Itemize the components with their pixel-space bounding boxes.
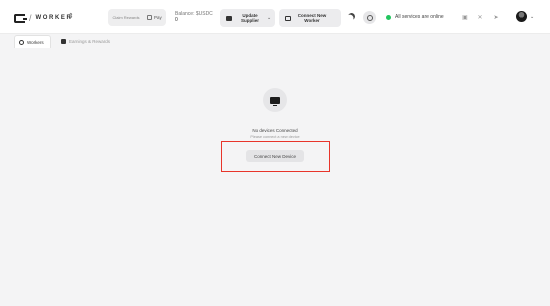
empty-state-icon bbox=[263, 88, 287, 112]
workspace-switcher-icon[interactable]: ⇕ bbox=[68, 12, 74, 21]
logo-icon bbox=[14, 13, 27, 23]
moon-icon bbox=[347, 12, 356, 21]
service-status: All services are online bbox=[386, 14, 444, 20]
telegram-icon[interactable]: ➤ bbox=[492, 13, 500, 21]
avatar[interactable] bbox=[516, 11, 527, 22]
tab-earnings-rewards[interactable]: Earnings & Rewards bbox=[57, 35, 119, 48]
main-content bbox=[0, 48, 550, 306]
chevron-down-icon[interactable]: ⌄ bbox=[530, 14, 534, 20]
highlight-box bbox=[221, 141, 330, 172]
empty-state-title: No devices Connected bbox=[252, 128, 298, 133]
tab-workers[interactable]: Workers bbox=[14, 35, 51, 48]
update-supplier-label: Update Supplier bbox=[240, 12, 259, 24]
wallet-icon bbox=[147, 15, 152, 20]
status-dot-icon bbox=[386, 14, 391, 20]
pay-label: Pay bbox=[154, 15, 162, 20]
claim-rewards-button[interactable]: Claim Rewards bbox=[108, 15, 144, 20]
pay-button[interactable]: Pay bbox=[144, 15, 162, 20]
download-icon bbox=[226, 15, 232, 21]
tab-earnings-label: Earnings & Rewards bbox=[69, 39, 111, 44]
gear-icon bbox=[366, 14, 373, 21]
gift-icon bbox=[61, 39, 66, 44]
connect-new-worker-button[interactable]: Connect New Worker bbox=[279, 9, 341, 27]
top-bar: / WORKER ⇕ Claim Rewards Pay Balance: $U… bbox=[0, 0, 550, 34]
balance-display: Balance: $USDC 0 bbox=[175, 11, 217, 23]
tab-bar: Workers Earnings & Rewards bbox=[0, 34, 550, 48]
balance-label: Balance: $USDC bbox=[175, 11, 213, 17]
empty-state-subtitle: Please connect a new device bbox=[250, 135, 300, 139]
x-icon[interactable]: ✕ bbox=[476, 13, 484, 21]
settings-button[interactable] bbox=[363, 11, 376, 24]
theme-toggle-button[interactable] bbox=[348, 13, 357, 22]
discord-icon[interactable]: ▣ bbox=[461, 13, 469, 21]
tab-workers-label: Workers bbox=[27, 39, 44, 45]
chevron-down-icon[interactable]: ⌄ bbox=[267, 15, 271, 21]
monitor-icon bbox=[270, 96, 280, 106]
gear-icon bbox=[19, 39, 24, 45]
balance-value: 0 bbox=[175, 17, 178, 23]
status-text: All services are online bbox=[395, 14, 444, 20]
update-supplier-button[interactable]: Update Supplier ⌄ bbox=[220, 9, 275, 27]
logo-text: WORKER bbox=[35, 15, 73, 21]
app-logo[interactable]: / WORKER bbox=[14, 12, 72, 24]
connect-new-worker-label: Connect New Worker bbox=[297, 12, 327, 24]
rewards-group: Claim Rewards Pay bbox=[108, 9, 166, 26]
